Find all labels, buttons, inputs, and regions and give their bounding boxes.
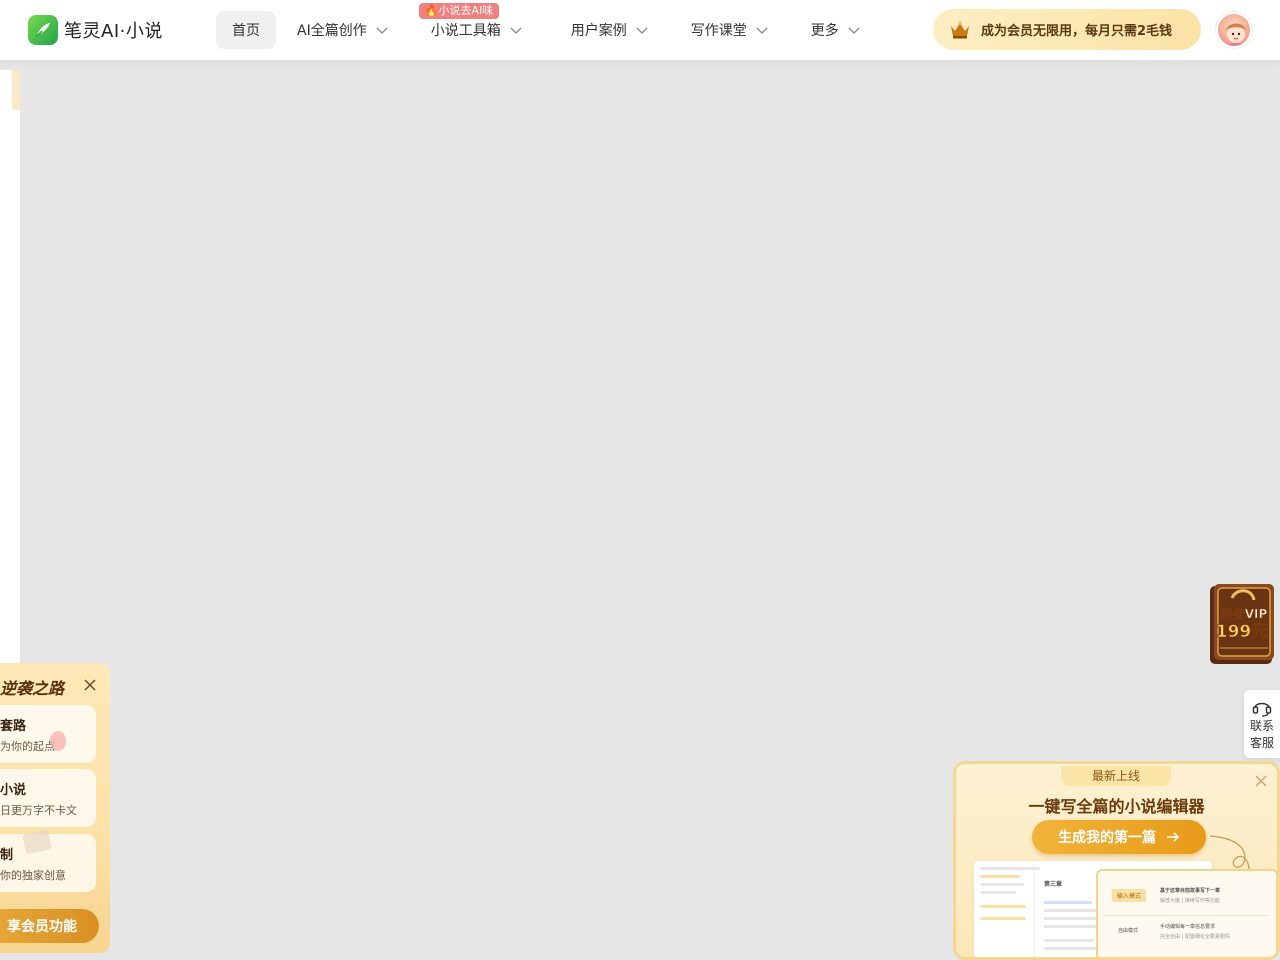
promo-card-title: 制: [0, 848, 14, 863]
vip-upgrade-button[interactable]: 成为会员无限用，每月只需2毛钱: [933, 9, 1201, 50]
left-content-strip: [0, 70, 20, 670]
vip-book-line1: 终身VIP: [1221, 606, 1268, 621]
enjoy-membership-button[interactable]: 享会员功能: [0, 909, 99, 943]
nav-item-label: 写作课堂: [690, 23, 747, 39]
headset-icon: [1252, 702, 1272, 717]
contact-service-button[interactable]: 联系客服: [1244, 690, 1280, 758]
new-launch-tag: 最新上线: [1061, 766, 1171, 786]
button-label: 生成我的第一篇: [1058, 830, 1156, 846]
left-strip-accent: [12, 70, 20, 110]
contact-service-label: 联系客服: [1249, 719, 1274, 750]
promo-card[interactable]: 小说 日更万字不卡文: [0, 769, 96, 827]
promo-card-subtitle: 你的独家创意: [0, 869, 66, 882]
nav-item-user-cases[interactable]: 用户案例: [555, 11, 665, 49]
editor-mode-preview: 输入模式 基于这章目前故事写下一章 解放大脑 | 接续写作等功能 自由模式 手动…: [1096, 869, 1277, 957]
nav-item-novel-toolbox[interactable]: 🔥小说去AI味 小说工具箱: [415, 3, 539, 49]
user-avatar[interactable]: [1216, 12, 1252, 48]
editor-launch-promo: 最新上线 一键写全篇的小说编辑器 生成我的第一篇 第三章 输入模式 基于这章目前…: [953, 761, 1280, 960]
chevron-down-icon: [510, 27, 522, 34]
promo-card-subtitle: 为你的起点: [0, 740, 55, 753]
mode-input-tag: 输入模式: [1112, 889, 1147, 902]
promo-card-subtitle: 日更万字不卡文: [0, 804, 77, 817]
close-icon[interactable]: [82, 677, 98, 693]
promo-card[interactable]: 套路 为你的起点: [0, 705, 96, 763]
nav-item-ai-full-creation[interactable]: AI全篇创作: [281, 11, 405, 49]
brand-logo[interactable]: 笔灵AI·小说: [28, 15, 163, 45]
nav-item-label: 小说工具箱: [430, 23, 501, 39]
promo-headline: 一键写全篇的小说编辑器: [1028, 797, 1205, 816]
promo-title: 逆袭之路: [0, 679, 65, 698]
mode-free-label: 自由模式: [1118, 928, 1139, 934]
close-icon[interactable]: [1254, 774, 1268, 788]
main-nav: 首页 AI全篇创作 🔥小说去AI味 小说工具箱 用户案例 写作课堂 更多: [216, 3, 877, 49]
chevron-down-icon: [636, 27, 648, 34]
brand-name: 笔灵AI·小说: [64, 21, 163, 42]
nav-item-label: 用户案例: [570, 23, 627, 39]
mode-input-sub: 解放大脑 | 接续写作等功能: [1160, 898, 1220, 904]
book-decoration-icon: [22, 830, 52, 854]
nav-item-label: 首页: [232, 23, 260, 39]
balloon-decoration-icon: [50, 731, 66, 751]
chevron-down-icon: [848, 27, 860, 34]
hot-badge: 🔥小说去AI味: [418, 3, 500, 19]
nav-item-label: 更多: [810, 23, 839, 39]
feather-logo-icon: [28, 15, 58, 45]
avatar-face-icon: [1226, 23, 1246, 46]
mode-free-desc: 手动编辑每一章信息要求: [1160, 924, 1216, 930]
mode-input-desc: 基于这章目前故事写下一章: [1160, 888, 1221, 894]
promo-card-title: 套路: [0, 719, 27, 734]
arrow-right-icon: [1167, 832, 1180, 842]
vip-book-icon: 终身VIP 199元: [1210, 584, 1274, 664]
mode-free-sub: 完全自由 | 配置细化全要素剧情: [1160, 934, 1230, 940]
lifetime-vip-offer[interactable]: 终身VIP 199元: [1206, 582, 1276, 666]
promo-card[interactable]: 制 你的独家创意: [0, 830, 96, 892]
membership-promo-panel: 逆袭之路 套路 为你的起点 小说 日更万字不卡文 制 你的独家创意 享会员功能: [0, 663, 110, 953]
nav-item-writing-class[interactable]: 写作课堂: [675, 11, 785, 49]
top-header: 笔灵AI·小说 首页 AI全篇创作 🔥小说去AI味 小说工具箱 用户案例 写作课…: [0, 0, 1280, 60]
chevron-down-icon: [756, 27, 768, 34]
crown-icon: [951, 20, 969, 38]
nav-item-label: AI全篇创作: [297, 23, 367, 39]
promo-card-title: 小说: [0, 783, 27, 798]
generate-first-novel-button[interactable]: 生成我的第一篇: [1032, 820, 1206, 854]
chevron-down-icon: [376, 27, 388, 34]
vip-book-line2: 199元: [1216, 622, 1269, 642]
nav-item-more[interactable]: 更多: [795, 11, 877, 49]
preview-chapter-text: 第三章: [1044, 881, 1063, 888]
nav-item-home[interactable]: 首页: [216, 11, 276, 49]
vip-upgrade-label: 成为会员无限用，每月只需2毛钱: [981, 24, 1173, 39]
